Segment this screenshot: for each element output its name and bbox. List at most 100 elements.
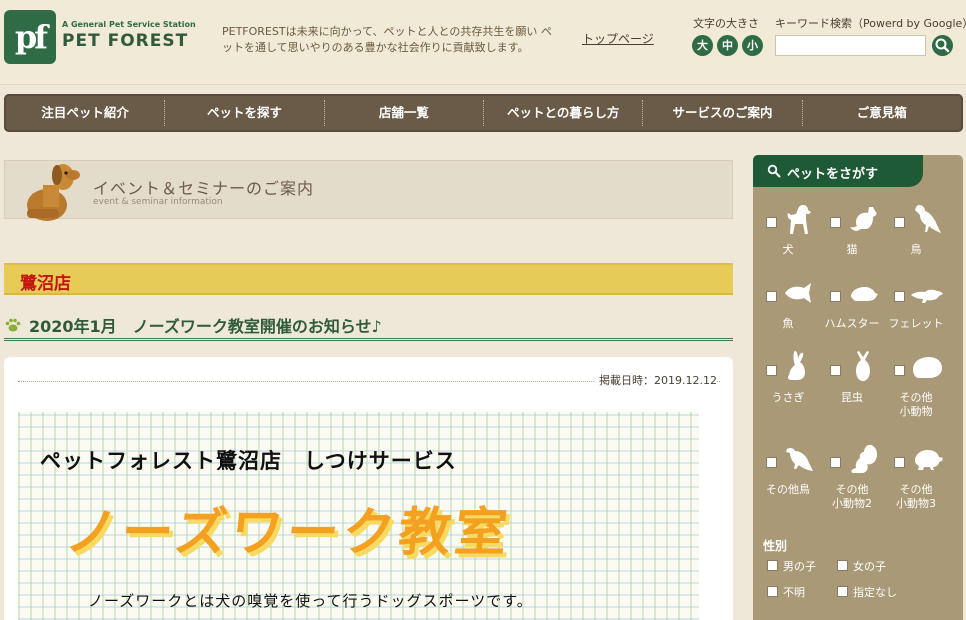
turtle-icon [915,450,943,470]
gender-checkbox[interactable] [837,560,848,571]
search-input[interactable] [775,35,926,56]
logo-name[interactable]: PET FOREST [62,31,188,51]
pet-option-bird[interactable]: 鳥 [883,199,949,273]
nav-find-pets[interactable]: ペットを探す [165,100,325,126]
gender-option-unknown[interactable]: 不明 [767,584,805,600]
flyer-description: ノーズワークとは犬の嗅覚を使って行うドッグスポーツです。 [88,592,533,610]
header-tagline: PETFORESTは未来に向かって、ペットと人との共存共生を願い ペットを通して… [222,25,552,54]
rabbit-icon [787,351,805,380]
pet-option-small-animal[interactable]: その他 小動物 [883,347,949,421]
store-bar: 鷺沼店 [4,263,733,295]
gender-option-male[interactable]: 男の子 [767,558,816,574]
pet-option-fish[interactable]: 魚 [755,273,821,347]
hamster-icon [851,287,878,301]
gender-label: 不明 [783,586,805,599]
pet-checkbox[interactable] [894,365,905,376]
pet-checkbox[interactable] [766,217,777,228]
sidebar-title-tab: ペットをさがす [753,155,923,187]
nav-living-with-pets[interactable]: ペットとの暮らし方 [484,100,644,126]
gender-checkbox[interactable] [767,586,778,597]
font-size-large-button[interactable]: 大 [692,35,713,56]
beetle-icon [856,351,870,381]
article-heading-row: 2020年1月 ノーズワーク教室開催のお知らせ♪ [4,311,733,341]
squirrel-icon [851,444,878,473]
pet-label: うさぎ [771,391,805,404]
gender-option-any[interactable]: 指定なし [837,584,897,600]
pet-option-rabbit[interactable]: うさぎ [755,347,821,421]
font-size-medium-button[interactable]: 中 [717,35,738,56]
pet-checkbox[interactable] [830,457,841,468]
pet-label: ハムスター [824,317,880,330]
font-size-label: 文字の大きさ [693,17,759,30]
pet-option-insect[interactable]: 昆虫 [819,347,885,421]
cat-icon [850,207,877,231]
dog-illustration-icon [27,164,80,221]
gender-checkbox[interactable] [837,586,848,597]
event-banner: イベント＆セミナーのご案内 event & seminar informatio… [4,160,733,221]
pet-option-small-animal-3[interactable]: その他 小動物3 [883,439,949,513]
store-name: 鷺沼店 [20,274,71,294]
pet-checkbox[interactable] [830,365,841,376]
global-nav: 注目ペット紹介 ペットを探す 店舗一覧 ペットとの暮らし方 サービスのご案内 ご… [4,94,963,132]
pet-search-sidebar: ペットをさがす 犬 猫 鳥 魚 ハムスター フェレット うさぎ 昆虫 その他 小… [753,155,963,620]
pet-checkbox[interactable] [766,291,777,302]
other-bird-icon [786,447,813,471]
nav-store-list[interactable]: 店舗一覧 [325,100,484,126]
search-label: キーワード検索（Powerd by Google） [775,17,966,30]
gender-checkbox[interactable] [767,560,778,571]
pet-option-dog[interactable]: 犬 [755,199,821,273]
top-page-link[interactable]: トップページ [582,30,654,47]
dog-icon [787,205,811,234]
post-date: 掲載日時：2019.12.12 [595,372,717,388]
nav-featured-pets[interactable]: 注目ペット紹介 [6,100,166,126]
pet-label: 昆虫 [841,391,863,404]
pet-label: その他 小動物 [899,391,933,418]
pet-label: 魚 [782,317,794,330]
pet-checkbox[interactable] [830,217,841,228]
pet-checkbox[interactable] [894,291,905,302]
gender-label: 指定なし [853,586,897,599]
article-heading: 2020年1月 ノーズワーク教室開催のお知らせ♪ [29,317,382,336]
gender-label: 女の子 [853,560,886,573]
article-card: 掲載日時：2019.12.12 ペットフォレスト鷺沼店 しつけサービス ノーズワ… [4,357,733,620]
pet-label: 犬 [782,243,794,256]
logo-mark[interactable]: pf [4,10,56,64]
pet-label: その他 小動物2 [832,483,872,510]
pet-label: 猫 [846,243,858,256]
pet-checkbox[interactable] [766,457,777,468]
pet-option-cat[interactable]: 猫 [819,199,885,273]
pet-label: 鳥 [910,243,922,256]
search-icon [935,38,950,53]
pet-checkbox[interactable] [766,365,777,376]
gender-option-female[interactable]: 女の子 [837,558,886,574]
pet-option-hamster[interactable]: ハムスター [819,273,885,347]
search-icon [767,164,781,178]
event-flyer-image: ペットフォレスト鷺沼店 しつけサービス ノーズワーク教室 ノーズワークとは犬の嗅… [18,412,699,620]
sidebar-title: ペットをさがす [787,167,879,182]
pet-checkbox[interactable] [894,217,905,228]
banner-title: イベント＆セミナーのご案内 [93,179,315,198]
logo-tagline: A General Pet Service Station [62,20,196,29]
bird-icon [915,205,941,233]
fish-icon [785,283,811,303]
ferret-icon [911,289,943,303]
gender-title: 性別 [763,539,788,553]
pet-label: その他鳥 [766,483,810,496]
nav-services[interactable]: サービスのご案内 [643,100,803,126]
pet-checkbox[interactable] [830,291,841,302]
pet-option-ferret[interactable]: フェレット [883,273,949,347]
font-size-small-button[interactable]: 小 [742,35,763,56]
site-header: pf A General Pet Service Station PET FOR… [0,0,966,85]
pet-option-small-animal-2[interactable]: その他 小動物2 [819,439,885,513]
small-animal-icon [913,357,942,378]
flyer-subtitle: ペットフォレスト鷺沼店 しつけサービス [40,449,457,473]
pet-checkbox[interactable] [894,457,905,468]
pet-option-other-bird[interactable]: その他鳥 [755,439,821,513]
banner-subtitle: event & seminar information [93,197,223,207]
pet-label: フェレット [888,317,944,330]
search-button[interactable] [932,35,953,56]
nav-feedback[interactable]: ご意見箱 [803,100,961,126]
pet-label: その他 小動物3 [896,483,936,510]
gender-label: 男の子 [783,560,816,573]
flyer-title: ノーズワーク教室 [62,503,514,563]
